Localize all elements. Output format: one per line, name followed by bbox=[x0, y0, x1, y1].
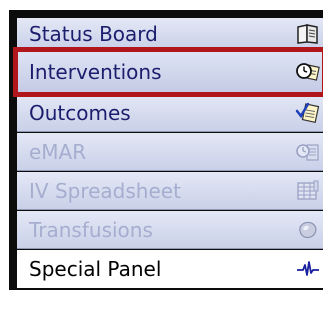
navigation-panel: Status Board Interventions Outcomes eMAR… bbox=[9, 10, 323, 290]
menu-item-emar[interactable]: eMAR bbox=[17, 133, 323, 171]
menu-item-label: IV Spreadsheet bbox=[29, 178, 181, 203]
menu-item-interventions[interactable]: Interventions bbox=[13, 47, 323, 97]
menu-item-label: Interventions bbox=[29, 59, 162, 84]
menu-item-iv-spreadsheet[interactable]: IV Spreadsheet bbox=[17, 172, 323, 210]
book-icon bbox=[295, 22, 321, 46]
clock-card-icon bbox=[295, 140, 321, 164]
spreadsheet-icon bbox=[295, 179, 321, 203]
menu-item-special-panel[interactable]: Special Panel bbox=[17, 250, 323, 288]
checkmark-notepad-icon bbox=[295, 101, 321, 125]
menu-item-outcomes[interactable]: Outcomes bbox=[17, 94, 323, 132]
clock-notepad-icon bbox=[295, 60, 321, 84]
blood-bag-icon bbox=[295, 218, 321, 242]
menu-item-label: Outcomes bbox=[29, 100, 131, 125]
menu-item-label: Transfusions bbox=[29, 217, 153, 242]
menu-item-label: Status Board bbox=[29, 21, 158, 46]
menu-item-label: eMAR bbox=[29, 139, 87, 164]
menu-item-label: Special Panel bbox=[29, 257, 162, 281]
heartbeat-icon bbox=[295, 257, 321, 281]
menu-item-transfusions[interactable]: Transfusions bbox=[17, 211, 323, 249]
menu-item-status-board[interactable]: Status Board bbox=[17, 18, 323, 50]
